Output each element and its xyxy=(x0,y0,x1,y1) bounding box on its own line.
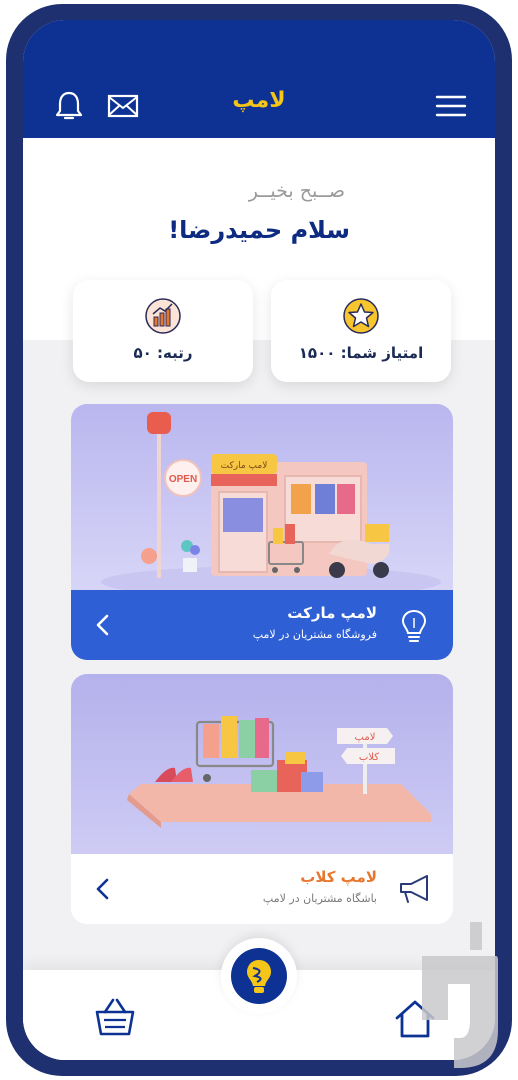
market-illustration: OPEN لامپ مارکت xyxy=(71,404,453,594)
shop-sign: لامپ مارکت xyxy=(221,461,268,471)
lamp-icon-container xyxy=(231,948,287,1004)
chevron-left-icon[interactable] xyxy=(91,612,115,638)
lamp-market-subtitle: فروشگاه مشتریان در لامپ xyxy=(252,628,377,641)
app-header: لامپ xyxy=(23,20,495,138)
open-sign: OPEN xyxy=(169,474,197,485)
rank-card[interactable]: رتبه: ۵۰ xyxy=(73,280,253,382)
lamp-market-card[interactable]: OPEN لامپ مارکت لامپ مارکت فروشگاه مشتری… xyxy=(71,404,453,660)
rank-label: رتبه: ۵۰ xyxy=(133,344,193,362)
lamp-market-title: لامپ مارکت xyxy=(287,604,377,622)
store-watermark-logo xyxy=(422,922,498,1068)
lamp-club-title: لامپ کلاب xyxy=(300,868,377,886)
app-screen: لامپ صــبح بخیــر سلام حمیدرضا! رتبه: ۵۰ xyxy=(23,20,495,1060)
lamp-center-button[interactable] xyxy=(221,938,297,1014)
menu-icon[interactable] xyxy=(433,90,469,122)
club-illustration: لامپ کلاب xyxy=(71,674,453,860)
greeting-title: سلام حمیدرضا! xyxy=(168,216,350,244)
megaphone-icon xyxy=(400,875,428,903)
lamp-club-card[interactable]: لامپ کلاب لامپ کلاب باشگاه مشتریان در لا… xyxy=(71,674,453,924)
lightbulb-icon xyxy=(401,609,427,642)
club-sign-bottom: کلاب xyxy=(359,752,379,763)
phone-frame: لامپ صــبح بخیــر سلام حمیدرضا! رتبه: ۵۰ xyxy=(6,4,512,1076)
greeting-subtitle: صــبح بخیــر xyxy=(248,180,345,202)
star-icon xyxy=(343,298,379,334)
lamp-club-bar: لامپ کلاب باشگاه مشتریان در لامپ xyxy=(71,854,453,924)
chevron-left-icon[interactable] xyxy=(91,876,115,902)
basket-icon[interactable] xyxy=(91,996,139,1040)
club-sign-top: لامپ xyxy=(355,732,376,743)
score-label: امتیاز شما: ۱۵۰۰ xyxy=(298,344,424,362)
score-card[interactable]: امتیاز شما: ۱۵۰۰ xyxy=(271,280,451,382)
app-title: لامپ xyxy=(232,88,286,113)
chart-icon xyxy=(145,298,181,334)
lamp-icon xyxy=(247,960,271,993)
lamp-market-bar: لامپ مارکت فروشگاه مشتریان در لامپ xyxy=(71,590,453,660)
lamp-club-subtitle: باشگاه مشتریان در لامپ xyxy=(262,892,377,905)
